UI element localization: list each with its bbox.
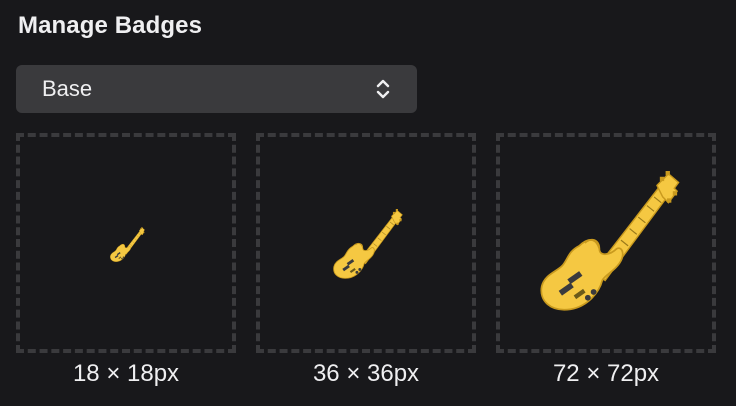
badge-type-select[interactable]: Base [16,65,417,113]
guitar-icon [110,227,145,262]
chevron-up-down-icon [376,79,390,99]
size-label-medium: 36 × 36px [312,360,420,387]
guitar-icon [333,209,403,279]
select-value: Base [42,76,93,101]
size-label-small: 18 × 18px [72,360,180,387]
size-label-large: 72 × 72px [552,360,660,387]
badge-tile-large[interactable] [496,133,716,353]
page-title: Manage Badges [18,12,203,39]
badge-tile-medium[interactable] [256,133,476,353]
guitar-icon [540,171,680,311]
badge-tile-small[interactable] [16,133,236,353]
